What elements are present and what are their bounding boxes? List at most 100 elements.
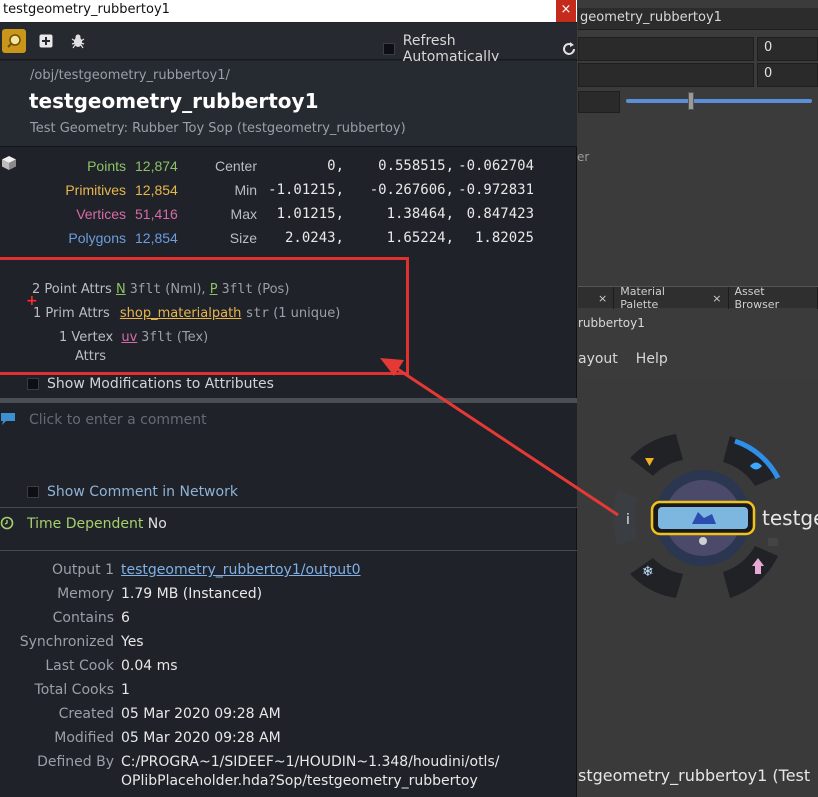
- slider-handle[interactable]: [688, 92, 694, 110]
- detail-value: C:/PROGRA~1/SIDEEF~1/HOUDIN~1.348/houdin…: [121, 754, 500, 770]
- network-editor[interactable]: i ❄: [578, 378, 818, 797]
- time-dependent-row: Time Dependent No: [0, 516, 167, 532]
- info-icon[interactable]: i: [626, 512, 630, 528]
- flag-segment[interactable]: [630, 434, 683, 476]
- pin-icon: [7, 34, 21, 48]
- node-output-dot[interactable]: [699, 537, 707, 545]
- time-dependent-label: Time Dependent: [27, 516, 144, 532]
- detail-output: Output 1 testgeometry_rubbertoy1/output0: [0, 562, 577, 586]
- max-y: 1.38464,: [386, 206, 454, 222]
- tab-close-icon[interactable]: ×: [578, 287, 615, 309]
- add-button[interactable]: [34, 29, 58, 53]
- primitives-row: Primitives 12,854 Min -1.01215, -0.26760…: [0, 182, 577, 206]
- plus-icon: [39, 34, 53, 48]
- node-header: /obj/testgeometry_rubbertoy1/ testgeomet…: [0, 61, 577, 147]
- points-row: Points 12,874 Center 0, 0.558515, -0.062…: [0, 158, 577, 182]
- primitives-count: 12,854: [135, 182, 178, 198]
- polygons-row: Polygons 12,854 Size 2.0243, 1.65224, 1.…: [0, 230, 577, 254]
- center-z: -0.062704: [458, 158, 534, 174]
- size-label: Size: [229, 230, 257, 246]
- primitives-label: Primitives: [65, 182, 126, 198]
- show-modifications-label: Show Modifications to Attributes: [47, 376, 274, 392]
- close-button[interactable]: ×: [556, 0, 576, 22]
- detail-contains: Contains 6: [0, 610, 577, 634]
- detail-value: OPlibPlaceholder.hda?Sop/testgeometry_ru…: [121, 773, 478, 789]
- size-z: 1.82025: [474, 230, 534, 246]
- parameter-label: er: [577, 150, 590, 164]
- detail-key: Memory: [57, 586, 114, 602]
- detail-key: Contains: [52, 610, 114, 626]
- time-dependent-value: No: [147, 516, 167, 532]
- parameter-value-field[interactable]: 0: [757, 63, 818, 87]
- center-y: 0.558515,: [378, 158, 454, 174]
- center-label: Center: [214, 158, 257, 174]
- detail-created: Created 05 Mar 2020 09:28 AM: [0, 706, 577, 730]
- node-name: testgeometry_rubbertoy1: [29, 89, 319, 113]
- info-toolbar: Refresh Automatically: [0, 23, 577, 65]
- max-label: Max: [230, 206, 257, 222]
- min-z: -0.972831: [458, 182, 534, 198]
- detail-key: Defined By: [37, 754, 114, 770]
- parameter-field[interactable]: [578, 63, 754, 87]
- detail-key: Total Cooks: [34, 682, 114, 698]
- detail-total-cooks: Total Cooks 1: [0, 682, 577, 706]
- node-description-text: stgeometry_rubbertoy1 (Test: [578, 766, 811, 785]
- show-modifications: Show Modifications to Attributes: [27, 376, 274, 392]
- refresh-automatically-checkbox[interactable]: [383, 43, 395, 55]
- node-path: /obj/testgeometry_rubbertoy1/: [30, 68, 230, 83]
- node-description: Test Geometry: Rubber Toy Sop (testgeome…: [30, 121, 406, 136]
- debug-button[interactable]: [66, 29, 90, 53]
- min-label: Min: [234, 182, 257, 198]
- lock-icon[interactable]: [768, 538, 778, 546]
- polygons-label: Polygons: [68, 230, 126, 246]
- detail-key: Output 1: [52, 562, 114, 578]
- menu-help[interactable]: Help: [636, 351, 668, 367]
- detail-value: 1.79 MB (Instanced): [121, 586, 263, 602]
- parameter-value-field[interactable]: 0: [757, 37, 818, 61]
- detail-memory: Memory 1.79 MB (Instanced): [0, 586, 577, 610]
- freeze-segment[interactable]: [630, 558, 683, 598]
- detail-key: Created: [58, 706, 114, 722]
- output-link[interactable]: testgeometry_rubbertoy1/output0: [121, 562, 361, 578]
- clock-icon: [0, 516, 14, 530]
- min-x: -1.01215,: [268, 182, 344, 198]
- close-icon[interactable]: ×: [712, 292, 721, 305]
- detail-key: Modified: [54, 730, 114, 746]
- parameter-node-name[interactable]: geometry_rubbertoy1: [578, 8, 818, 30]
- parameter-field[interactable]: [578, 37, 754, 61]
- points-count: 12,874: [135, 158, 178, 174]
- snowflake-icon: ❄: [642, 564, 654, 580]
- points-label: Points: [87, 158, 126, 174]
- detail-last-cook: Last Cook 0.04 ms: [0, 658, 577, 682]
- detail-synchronized: Synchronized Yes: [0, 634, 577, 658]
- tab-material-palette[interactable]: Material Palette ×: [614, 285, 729, 311]
- min-y: -0.267606,: [369, 182, 454, 198]
- parameter-field[interactable]: [578, 91, 620, 113]
- network-path[interactable]: rubbertoy1: [578, 316, 645, 330]
- node-label[interactable]: testge: [762, 506, 818, 530]
- geometry-summary: Points 12,874 Center 0, 0.558515, -0.062…: [0, 150, 577, 260]
- detail-value: 05 Mar 2020 09:28 AM: [121, 706, 281, 722]
- comment-placeholder[interactable]: Click to enter a comment: [29, 412, 207, 428]
- menu-layout[interactable]: ayout: [578, 351, 618, 367]
- display-flag-segment[interactable]: [723, 436, 778, 486]
- size-y: 1.65224,: [386, 230, 454, 246]
- center-x: 0,: [327, 158, 344, 174]
- show-comment-checkbox[interactable]: [27, 486, 39, 498]
- pin-button[interactable]: [2, 29, 26, 53]
- show-modifications-checkbox[interactable]: [27, 378, 39, 390]
- divider: [0, 550, 577, 551]
- detail-defined-by: Defined By C:/PROGRA~1/SIDEEF~1/HOUDIN~1…: [0, 754, 577, 794]
- detail-value: 6: [121, 610, 130, 626]
- vertices-row: Vertices 51,416 Max 1.01215, 1.38464, 0.…: [0, 206, 577, 230]
- detail-value: Yes: [121, 634, 144, 650]
- refresh-icon[interactable]: [561, 41, 577, 57]
- detail-value: 0.04 ms: [121, 658, 178, 674]
- detail-key: Synchronized: [19, 634, 114, 650]
- tab-asset-browser[interactable]: Asset Browser: [729, 285, 818, 311]
- detail-value: 1: [121, 682, 130, 698]
- show-comment-in-network: Show Comment in Network: [27, 484, 238, 500]
- parameter-slider[interactable]: [626, 99, 812, 103]
- max-x: 1.01215,: [276, 206, 344, 222]
- vertices-label: Vertices: [76, 206, 126, 222]
